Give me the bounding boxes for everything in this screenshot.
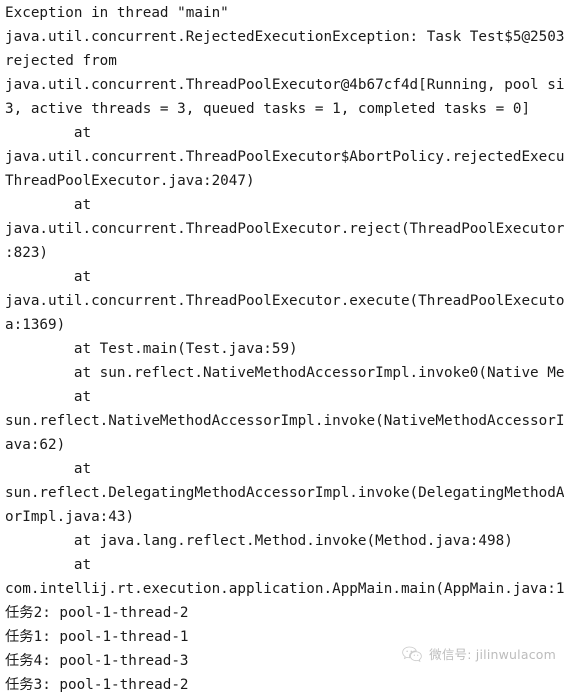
console-line: 任务3: pool-1-thread-2 bbox=[5, 677, 189, 693]
console-line: 任务1: pool-1-thread-1 bbox=[5, 629, 189, 645]
console-line: at bbox=[5, 197, 92, 213]
console-line: java.util.concurrent.ThreadPoolExecutor$… bbox=[5, 149, 564, 165]
console-line: Exception in thread "main" bbox=[5, 5, 229, 21]
console-line: at Test.main(Test.java:59) bbox=[5, 341, 298, 357]
console-line: :823) bbox=[5, 245, 49, 261]
console-line: sun.reflect.DelegatingMethodAccessorImpl… bbox=[5, 485, 564, 501]
console-line: 任务4: pool-1-thread-3 bbox=[5, 653, 189, 669]
console-line: at bbox=[5, 125, 92, 141]
console-line: java.util.concurrent.ThreadPoolExecutor.… bbox=[5, 221, 564, 237]
console-line: ava:62) bbox=[5, 437, 66, 453]
console-line: at bbox=[5, 461, 92, 477]
stack-trace-text: Exception in thread "main" java.util.conc… bbox=[0, 1, 564, 697]
console-line: at bbox=[5, 269, 92, 285]
console-line: com.intellij.rt.execution.application.Ap… bbox=[5, 581, 564, 597]
console-line: orImpl.java:43) bbox=[5, 509, 135, 525]
console-line: java.util.concurrent.ThreadPoolExecutor.… bbox=[5, 293, 564, 309]
console-line: ThreadPoolExecutor.java:2047) bbox=[5, 173, 255, 189]
console-line: rejected from bbox=[5, 53, 117, 69]
console-line: java.util.concurrent.RejectedExecutionEx… bbox=[5, 29, 564, 45]
console-line: a:1369) bbox=[5, 317, 66, 333]
console-line: at sun.reflect.NativeMethodAccessorImpl.… bbox=[5, 365, 564, 381]
console-line: sun.reflect.NativeMethodAccessorImpl.inv… bbox=[5, 413, 564, 429]
console-line: 3, active threads = 3, queued tasks = 1,… bbox=[5, 101, 531, 117]
console-line: at bbox=[5, 389, 92, 405]
console-line: 任务2: pool-1-thread-2 bbox=[5, 605, 189, 621]
console-output-panel: Exception in thread "main" java.util.conc… bbox=[0, 0, 564, 693]
console-line: java.util.concurrent.ThreadPoolExecutor@… bbox=[5, 77, 564, 93]
console-line: at java.lang.reflect.Method.invoke(Metho… bbox=[5, 533, 513, 549]
console-line: at bbox=[5, 557, 92, 573]
